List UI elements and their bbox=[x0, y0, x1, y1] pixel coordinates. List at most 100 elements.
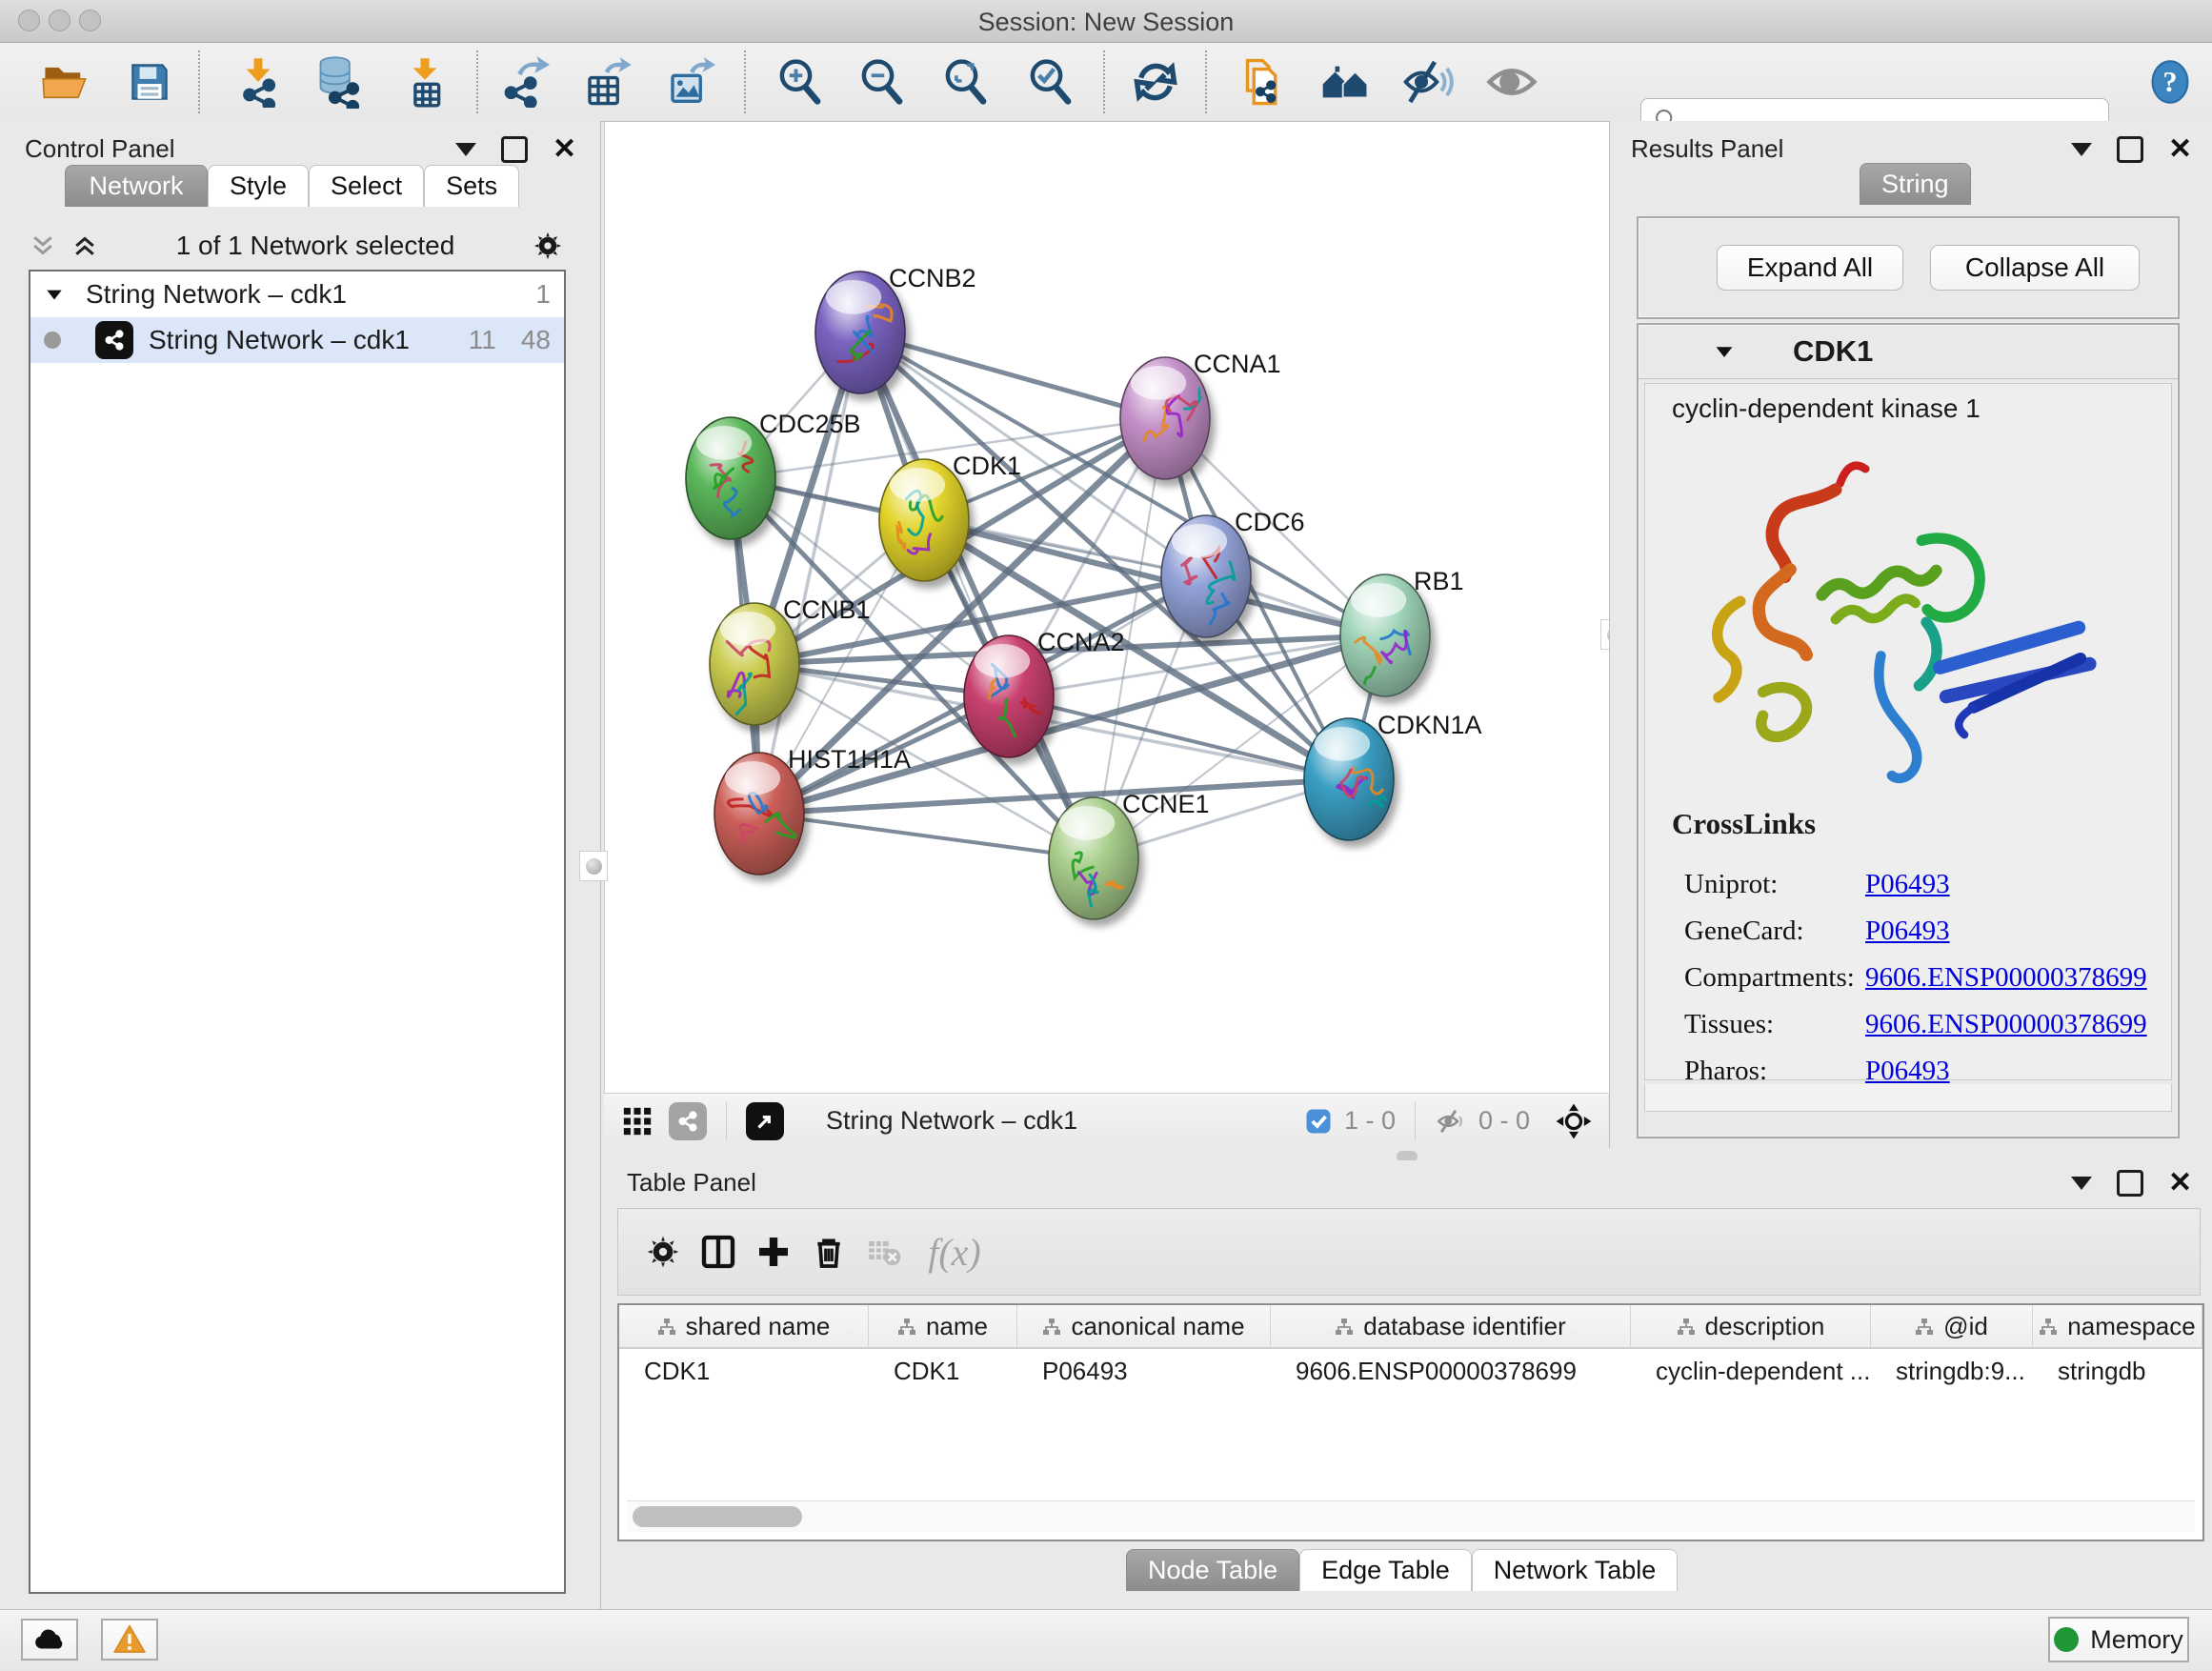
tab-select[interactable]: Select bbox=[309, 165, 424, 207]
open-file-button[interactable] bbox=[38, 55, 91, 109]
export-table-button[interactable] bbox=[580, 55, 633, 109]
export-image-button[interactable] bbox=[663, 55, 716, 109]
table-cell[interactable]: P06493 bbox=[1017, 1357, 1271, 1386]
entry-expanded-icon[interactable] bbox=[1713, 340, 1736, 363]
table-settings-button[interactable] bbox=[635, 1218, 691, 1285]
crosslink-tissues[interactable]: 9606.ENSP00000378699 bbox=[1865, 1009, 2147, 1039]
help-button[interactable]: ? bbox=[2143, 55, 2197, 109]
collapse-all-icon[interactable] bbox=[29, 232, 57, 260]
tab-edge-table[interactable]: Edge Table bbox=[1299, 1549, 1472, 1591]
column-header[interactable]: database identifier bbox=[1271, 1305, 1631, 1347]
gear-icon[interactable] bbox=[532, 230, 564, 262]
network-collection-row[interactable]: String Network – cdk1 1 bbox=[30, 272, 564, 317]
tree-expanded-icon[interactable] bbox=[44, 284, 65, 305]
column-header[interactable]: name bbox=[869, 1305, 1017, 1347]
column-header[interactable]: description bbox=[1631, 1305, 1871, 1347]
table-cell[interactable]: cyclin-dependent ... bbox=[1631, 1357, 1871, 1386]
cloud-status-button[interactable] bbox=[21, 1619, 78, 1661]
navigate-crosshair-icon[interactable] bbox=[1555, 1102, 1593, 1140]
panel-menu-icon[interactable] bbox=[2071, 143, 2092, 156]
network-canvas[interactable]: CCNB2 CCNA1 CDC25B CDK1 CDC6 bbox=[604, 122, 1609, 1093]
tab-string[interactable]: String bbox=[1860, 163, 1971, 205]
open-in-window-icon[interactable] bbox=[746, 1102, 784, 1140]
title-bar: Session: New Session bbox=[0, 0, 2212, 43]
hide-selected-button[interactable] bbox=[1401, 55, 1455, 109]
panel-float-icon[interactable] bbox=[2117, 1170, 2143, 1197]
panel-close-icon[interactable]: ✕ bbox=[2168, 139, 2192, 160]
create-column-button[interactable] bbox=[746, 1218, 801, 1285]
panel-float-icon[interactable] bbox=[2117, 136, 2143, 163]
table-cell[interactable]: CDK1 bbox=[869, 1357, 1017, 1386]
refresh-icon bbox=[1131, 57, 1180, 107]
panel-menu-icon[interactable] bbox=[455, 143, 476, 156]
panel-close-icon[interactable]: ✕ bbox=[2168, 1173, 2192, 1194]
table-horizontal-scrollbar[interactable] bbox=[627, 1500, 2195, 1532]
table-cell[interactable]: stringdb bbox=[2033, 1357, 2202, 1386]
import-network-from-file-button[interactable] bbox=[231, 55, 285, 109]
refresh-button[interactable] bbox=[1129, 55, 1182, 109]
zoom-in-button[interactable] bbox=[774, 55, 827, 109]
entry-header[interactable]: CDK1 bbox=[1639, 325, 2178, 379]
network-row-selected[interactable]: String Network – cdk1 11 48 bbox=[30, 317, 564, 363]
panel-close-icon[interactable]: ✕ bbox=[553, 139, 576, 160]
zoom-selected-button[interactable] bbox=[1024, 55, 1077, 109]
tab-style[interactable]: Style bbox=[208, 165, 309, 207]
crosslink-pharos[interactable]: P06493 bbox=[1865, 1056, 1950, 1086]
toolbar-separator bbox=[1103, 50, 1105, 113]
tab-sets[interactable]: Sets bbox=[424, 165, 519, 207]
selected-checkbox-icon[interactable] bbox=[1304, 1107, 1333, 1136]
crosslink-genecard[interactable]: P06493 bbox=[1865, 916, 1950, 946]
network-from-selection-button[interactable] bbox=[1234, 55, 1287, 109]
network-type-icon bbox=[95, 321, 133, 359]
column-header[interactable]: shared name bbox=[619, 1305, 869, 1347]
status-bar: Memory bbox=[0, 1609, 2212, 1671]
delete-table-button[interactable] bbox=[856, 1218, 912, 1285]
export-network-button[interactable] bbox=[497, 55, 551, 109]
panel-menu-icon[interactable] bbox=[2071, 1177, 2092, 1190]
zoom-out-button[interactable] bbox=[855, 55, 909, 109]
table-panel-controls: ✕ bbox=[2071, 1170, 2192, 1197]
node-label: CCNB2 bbox=[889, 264, 976, 292]
import-table-from-file-button[interactable] bbox=[398, 55, 452, 109]
save-session-button[interactable] bbox=[123, 55, 176, 109]
zoom-out-icon bbox=[856, 56, 908, 108]
panel-float-icon[interactable] bbox=[501, 136, 528, 163]
left-splitter-handle[interactable] bbox=[579, 851, 608, 881]
column-header[interactable]: canonical name bbox=[1017, 1305, 1271, 1347]
tab-network[interactable]: Network bbox=[65, 165, 208, 207]
delete-column-button[interactable] bbox=[801, 1218, 856, 1285]
expand-all-icon[interactable] bbox=[70, 232, 99, 260]
table-row[interactable]: CDK1CDK1P064939606.ENSP00000378699cyclin… bbox=[619, 1349, 2202, 1393]
table-cell[interactable]: CDK1 bbox=[619, 1357, 869, 1386]
zoom-selected-icon bbox=[1025, 56, 1076, 108]
tab-node-table[interactable]: Node Table bbox=[1126, 1549, 1299, 1591]
table-header-row: shared namenamecanonical namedatabase id… bbox=[619, 1305, 2202, 1349]
column-type-icon bbox=[1042, 1317, 1061, 1336]
node-label: HIST1H1A bbox=[788, 745, 911, 774]
function-builder-button[interactable]: f(x) bbox=[912, 1218, 997, 1285]
warnings-button[interactable] bbox=[101, 1619, 158, 1661]
network-badge-icon[interactable] bbox=[669, 1102, 707, 1140]
memory-button[interactable]: Memory bbox=[2048, 1617, 2189, 1662]
tab-network-table[interactable]: Network Table bbox=[1472, 1549, 1679, 1591]
table-cell[interactable]: 9606.ENSP00000378699 bbox=[1271, 1357, 1631, 1386]
toolbar-separator bbox=[476, 50, 478, 113]
show-columns-button[interactable] bbox=[691, 1218, 746, 1285]
import-table-icon bbox=[399, 56, 451, 108]
column-header[interactable]: namespace bbox=[2033, 1305, 2202, 1347]
table-cell[interactable]: stringdb:9... bbox=[1871, 1357, 2033, 1386]
network-graph[interactable]: CCNB2 CCNA1 CDC25B CDK1 CDC6 bbox=[605, 122, 1608, 1091]
crosslink-compartments[interactable]: 9606.ENSP00000378699 bbox=[1865, 962, 2147, 993]
import-network-from-database-button[interactable] bbox=[311, 55, 364, 109]
trash-icon bbox=[810, 1233, 848, 1271]
expand-all-button[interactable]: Expand All bbox=[1717, 245, 1903, 291]
zoom-fit-content-button[interactable] bbox=[939, 55, 993, 109]
collection-label: String Network – cdk1 bbox=[86, 279, 347, 310]
collapse-all-button[interactable]: Collapse All bbox=[1930, 245, 2140, 291]
show-all-button[interactable] bbox=[1485, 55, 1538, 109]
column-header[interactable]: @id bbox=[1871, 1305, 2033, 1347]
crosslink-uniprot[interactable]: P06493 bbox=[1865, 869, 1950, 899]
birds-eye-grid-icon[interactable] bbox=[621, 1105, 654, 1137]
scrollbar-thumb[interactable] bbox=[633, 1506, 802, 1527]
houses-button[interactable] bbox=[1318, 55, 1372, 109]
